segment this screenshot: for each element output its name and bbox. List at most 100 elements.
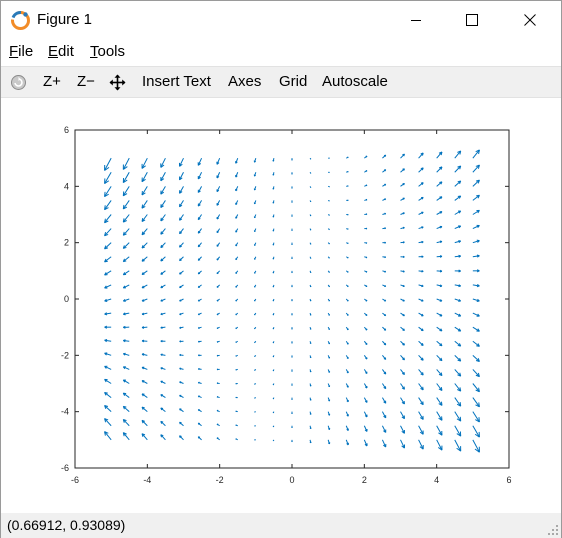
quiver-arrowhead (457, 195, 461, 197)
menu-edit-accel: E (48, 43, 59, 60)
quiver-arrowhead (179, 340, 182, 343)
quiver-arrowhead (216, 410, 219, 412)
menu-tools[interactable]: Tools (90, 43, 125, 60)
rotate-icon[interactable] (10, 74, 27, 91)
quiver-arrowhead (272, 173, 275, 176)
quiver-arrowhead (383, 154, 386, 157)
quiver-arrowhead (478, 402, 480, 407)
quiver-arrowhead (216, 272, 219, 275)
quiver-arrowhead (403, 342, 405, 346)
quiver-arrowhead (422, 372, 424, 376)
resize-grip-icon[interactable] (547, 524, 559, 536)
quiver-arrowhead (384, 270, 387, 273)
quiver-arrowhead (235, 424, 237, 426)
quiver-arrowhead (123, 313, 126, 316)
quiver-arrowhead (272, 244, 275, 246)
menu-tools-rest: ools (97, 43, 126, 60)
menu-file-accel: F (9, 43, 19, 60)
quiver-arrowhead (384, 299, 387, 302)
quiver-arrowhead (384, 342, 387, 345)
quiver-arrowhead (403, 357, 405, 360)
menu-file[interactable]: File (9, 43, 33, 60)
status-bar: (0.66912, 0.93089) (1, 513, 561, 538)
quiver-arrowhead (254, 230, 256, 233)
quiver-arrowhead (384, 313, 387, 316)
menu-edit-rest: dit (58, 43, 74, 60)
quiver-arrowhead (197, 368, 200, 371)
quiver-arrowhead (141, 260, 145, 262)
quiver-arrowhead (365, 242, 368, 244)
axes-button[interactable]: Axes (228, 73, 261, 90)
quiver-arrowhead (478, 417, 480, 423)
quiver-arrowhead (476, 194, 480, 197)
quiver-arrowhead (384, 241, 386, 244)
pan-icon[interactable] (109, 74, 126, 91)
y-tick-label: -4 (61, 407, 69, 417)
quiver-arrowhead (365, 285, 368, 287)
insert-text-button[interactable]: Insert Text (142, 73, 211, 90)
quiver-arrowhead (272, 314, 275, 316)
quiver-arrowhead (235, 438, 237, 440)
quiver-arrowhead (439, 181, 443, 183)
quiver-arrowhead (365, 299, 368, 302)
quiver-arrowhead (197, 422, 200, 425)
quiver-arrowhead (272, 328, 275, 330)
zoom-out-button[interactable]: Z− (77, 73, 95, 90)
minimize-button[interactable] (393, 1, 439, 39)
menu-edit[interactable]: Edit (48, 43, 74, 60)
quiver-arrowhead (421, 240, 424, 243)
y-tick-label: -6 (61, 463, 69, 473)
octave-app-icon (11, 11, 30, 30)
grid-button[interactable]: Grid (279, 73, 307, 90)
x-tick-label: -6 (71, 475, 79, 485)
quiver-arrowhead (384, 328, 387, 331)
quiver-arrowhead (420, 167, 424, 170)
quiver-arrowhead (216, 382, 219, 385)
quiver-plot[interactable]: -6 -4 -2 0 2 4 6 -6 -4 -2 0 2 4 6 (1, 99, 561, 513)
quiver-arrowhead (384, 256, 387, 258)
quiver-arrowhead (421, 255, 424, 258)
x-tick-label: 2 (362, 475, 367, 485)
quiver-arrowhead (104, 260, 108, 263)
quiver-arrowhead (347, 228, 349, 230)
quiver-arrowhead (402, 255, 405, 258)
quiver-arrowhead (216, 396, 219, 398)
menu-file-rest: ile (18, 43, 34, 60)
close-icon (524, 14, 536, 26)
quiver-arrowhead (365, 256, 368, 258)
quiver-arrowhead (198, 354, 200, 357)
x-tick-label: 0 (289, 475, 294, 485)
y-tick-label: 2 (64, 238, 69, 248)
quiver-arrowhead (216, 437, 219, 440)
menu-bar: File Edit Tools (1, 41, 561, 65)
figure-window: Figure 1 File Edit Tools Z+ Z− Insert Te… (0, 0, 562, 538)
maximize-button[interactable] (449, 1, 495, 39)
x-tick-label: -4 (143, 475, 151, 485)
quiver-arrowhead (235, 272, 238, 274)
quiver-arrowhead (123, 260, 127, 263)
quiver-arrowhead (272, 188, 275, 190)
quiver-arrowhead (216, 423, 219, 426)
quiver-arrowhead (179, 435, 181, 439)
window-title: Figure 1 (37, 11, 93, 28)
quiver-arrowhead (197, 409, 200, 412)
quiver-arrowhead (197, 436, 200, 439)
quiver-arrowhead (272, 202, 275, 204)
autoscale-button[interactable]: Autoscale (322, 73, 388, 90)
quiver-arrowhead (160, 327, 163, 329)
title-bar[interactable]: Figure 1 (1, 1, 561, 39)
maximize-icon (466, 14, 478, 26)
quiver-arrowhead (272, 272, 275, 274)
quiver-arrowhead (422, 386, 424, 390)
close-button[interactable] (507, 1, 553, 39)
plot-canvas[interactable]: -6 -4 -2 0 2 4 6 -6 -4 -2 0 2 4 6 (1, 99, 561, 513)
y-tick-label: 6 (64, 125, 69, 135)
quiver-arrowhead (254, 258, 256, 260)
quiver-arrowhead (272, 159, 275, 162)
quiver-arrowhead (272, 216, 275, 218)
quiver-arrowhead (440, 387, 443, 391)
quiver-arrowhead (347, 242, 349, 244)
zoom-in-button[interactable]: Z+ (43, 73, 61, 90)
quiver-arrowhead (402, 241, 405, 243)
quiver-arrowhead (384, 285, 387, 287)
